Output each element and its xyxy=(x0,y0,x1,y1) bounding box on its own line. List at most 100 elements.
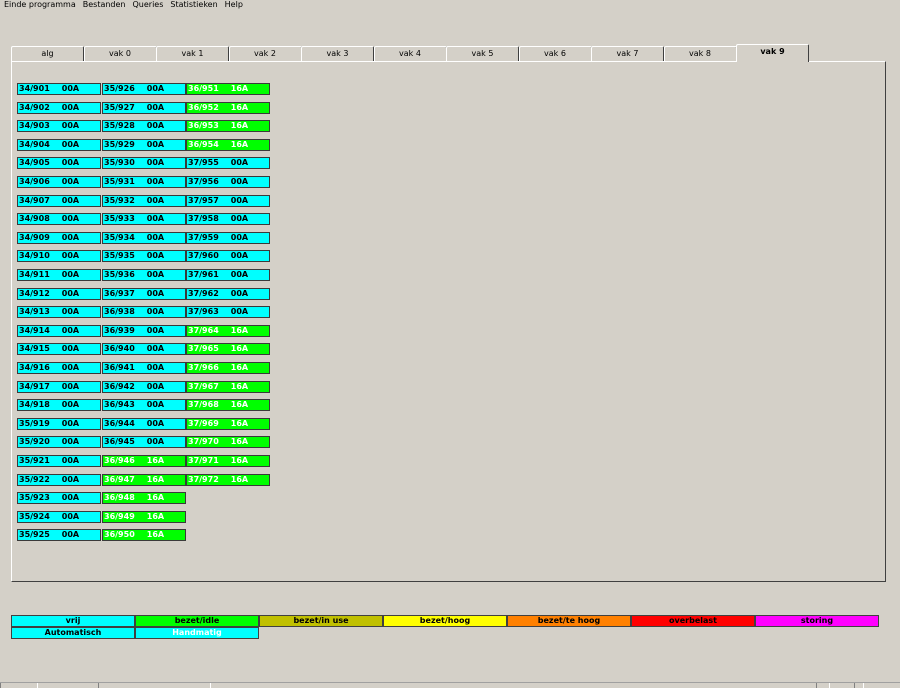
socket-cell[interactable]: 35/924 00A xyxy=(17,510,101,523)
socket-id: 37/961 xyxy=(188,270,219,279)
socket-cell[interactable]: 34/902 00A xyxy=(17,101,101,114)
socket-cell[interactable]: 34/907 00A xyxy=(17,194,101,207)
tab-vak-3[interactable]: vak 3 xyxy=(301,46,374,61)
socket-cell[interactable]: 35/929 00A xyxy=(102,138,186,151)
socket-cell[interactable]: 35/935 00A xyxy=(102,250,186,263)
tab-vak-7[interactable]: vak 7 xyxy=(591,46,664,61)
socket-id: 37/956 xyxy=(188,177,219,186)
socket-cell[interactable]: 36/944 00A xyxy=(102,417,186,430)
socket-cell[interactable]: 36/945 00A xyxy=(102,436,186,449)
socket-cell[interactable]: 34/917 00A xyxy=(17,380,101,393)
socket-cell[interactable]: 36/949 16A xyxy=(102,510,186,523)
socket-cell[interactable]: 36/947 16A xyxy=(102,473,186,486)
socket-cell[interactable]: 36/950 16A xyxy=(102,529,186,542)
socket-id: 37/963 xyxy=(188,307,219,317)
socket-cell[interactable]: 34/916 00A xyxy=(17,362,101,374)
socket-cell[interactable]: 35/928 00A xyxy=(102,120,186,133)
socket-cell[interactable]: 37/968 16A xyxy=(186,399,270,412)
socket-cell[interactable]: 35/936 00A xyxy=(102,269,186,281)
socket-current: 00A xyxy=(61,84,80,93)
socket-current: 00A xyxy=(61,530,80,540)
socket-cell[interactable]: 36/954 16A xyxy=(186,138,270,151)
menu-queries[interactable]: Queries xyxy=(129,0,167,11)
socket-cell[interactable]: 35/922 00A xyxy=(17,473,101,486)
socket-cell[interactable]: 37/972 16A xyxy=(186,473,270,486)
socket-cell[interactable]: 36/938 00A xyxy=(102,306,186,319)
socket-cell[interactable]: 37/962 00A xyxy=(186,287,270,300)
legend-automatisch: Automatisch xyxy=(11,627,135,639)
socket-cell[interactable]: 37/966 16A xyxy=(186,362,270,374)
socket-id: 34/904 xyxy=(19,139,50,149)
tab-vak-6[interactable]: vak 6 xyxy=(518,46,592,61)
socket-cell[interactable]: 37/956 00A xyxy=(186,176,270,188)
socket-cell[interactable]: 37/961 00A xyxy=(186,269,270,281)
socket-cell[interactable]: 35/933 00A xyxy=(102,213,186,226)
socket-cell[interactable]: 34/911 00A xyxy=(17,269,101,281)
socket-cell[interactable]: 36/952 16A xyxy=(186,101,270,114)
socket-cell[interactable]: 36/953 16A xyxy=(186,120,270,133)
socket-cell[interactable]: 34/915 00A xyxy=(17,343,101,356)
legend-handmatig: Handmatig xyxy=(135,627,259,639)
socket-cell[interactable]: 36/943 00A xyxy=(102,399,186,412)
socket-cell[interactable]: 35/925 00A xyxy=(17,529,101,542)
socket-cell[interactable]: 34/914 00A xyxy=(17,324,101,337)
tab-vak-8[interactable]: vak 8 xyxy=(663,46,737,61)
socket-cell[interactable]: 37/960 00A xyxy=(186,250,270,263)
socket-cell[interactable]: 35/927 00A xyxy=(102,101,186,114)
tab-vak-1[interactable]: vak 1 xyxy=(156,46,229,61)
menu-statistieken[interactable]: Statistieken xyxy=(166,0,220,11)
socket-cell[interactable]: 37/964 16A xyxy=(186,324,270,337)
socket-cell[interactable]: 35/934 00A xyxy=(102,231,186,244)
socket-cell[interactable]: 37/959 00A xyxy=(186,231,270,244)
socket-id: 36/946 xyxy=(104,456,135,465)
menu-einde-programma[interactable]: Einde programma xyxy=(0,0,79,11)
tab-vak-0[interactable]: vak 0 xyxy=(83,46,157,61)
socket-id: 36/945 xyxy=(104,437,135,447)
socket-current: 00A xyxy=(230,270,249,279)
socket-cell[interactable]: 37/969 16A xyxy=(186,417,270,430)
socket-cell[interactable]: 34/904 00A xyxy=(17,138,101,151)
tab-vak-9[interactable]: vak 9 xyxy=(736,44,809,62)
socket-cell[interactable]: 34/905 00A xyxy=(17,157,101,170)
socket-cell[interactable]: 37/955 00A xyxy=(186,157,270,170)
socket-cell[interactable]: 36/951 16A xyxy=(186,83,270,95)
tab-vak-5[interactable]: vak 5 xyxy=(446,46,519,61)
socket-cell[interactable]: 36/937 00A xyxy=(102,287,186,300)
socket-cell[interactable]: 35/932 00A xyxy=(102,194,186,207)
socket-cell[interactable]: 35/919 00A xyxy=(17,417,101,430)
socket-cell[interactable]: 37/967 16A xyxy=(186,380,270,393)
socket-cell[interactable]: 37/963 00A xyxy=(186,306,270,319)
socket-cell[interactable]: 37/965 16A xyxy=(186,343,270,356)
socket-cell[interactable]: 37/958 00A xyxy=(186,213,270,226)
socket-cell[interactable]: 34/918 00A xyxy=(17,399,101,412)
socket-cell[interactable]: 36/941 00A xyxy=(102,362,186,374)
socket-cell[interactable]: 34/910 00A xyxy=(17,250,101,263)
socket-cell[interactable]: 35/926 00A xyxy=(102,83,186,95)
tab-vak-2[interactable]: vak 2 xyxy=(228,46,302,61)
socket-current: 00A xyxy=(61,288,80,298)
socket-cell[interactable]: 37/957 00A xyxy=(186,194,270,207)
menu-bestanden[interactable]: Bestanden xyxy=(79,0,129,11)
socket-cell[interactable]: 34/908 00A xyxy=(17,213,101,226)
socket-cell[interactable]: 34/906 00A xyxy=(17,176,101,188)
socket-cell[interactable]: 37/970 16A xyxy=(186,436,270,449)
socket-cell[interactable]: 35/920 00A xyxy=(17,436,101,449)
socket-cell[interactable]: 34/901 00A xyxy=(17,83,101,95)
socket-cell[interactable]: 35/930 00A xyxy=(102,157,186,170)
socket-cell[interactable]: 35/931 00A xyxy=(102,176,186,188)
socket-cell[interactable]: 36/942 00A xyxy=(102,380,186,393)
socket-cell[interactable]: 35/921 00A xyxy=(17,455,101,467)
socket-cell[interactable]: 37/971 16A xyxy=(186,455,270,467)
socket-cell[interactable]: 34/903 00A xyxy=(17,120,101,133)
socket-cell[interactable]: 36/940 00A xyxy=(102,343,186,356)
socket-cell[interactable]: 34/912 00A xyxy=(17,287,101,300)
tab-vak-4[interactable]: vak 4 xyxy=(373,46,447,61)
socket-cell[interactable]: 35/923 00A xyxy=(17,492,101,505)
tab-alg[interactable]: alg xyxy=(11,46,84,61)
socket-cell[interactable]: 36/946 16A xyxy=(102,455,186,467)
socket-cell[interactable]: 36/939 00A xyxy=(102,324,186,337)
socket-cell[interactable]: 34/913 00A xyxy=(17,306,101,319)
socket-cell[interactable]: 34/909 00A xyxy=(17,231,101,244)
menu-help[interactable]: Help xyxy=(221,0,246,11)
socket-cell[interactable]: 36/948 16A xyxy=(102,492,186,505)
